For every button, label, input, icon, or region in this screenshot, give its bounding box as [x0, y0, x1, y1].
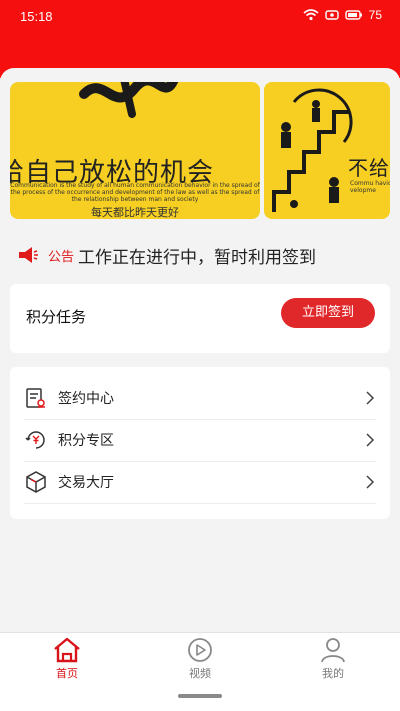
menu-item-contract-center[interactable]: 签约中心 [10, 377, 390, 419]
battery-level: 75 [368, 8, 382, 22]
chevron-right-icon [366, 475, 375, 489]
announcement-bar[interactable]: 公告 工作正在进行中，暂时利用签到 [16, 240, 388, 270]
contract-icon [26, 388, 45, 408]
banner-headline: 不给 [348, 156, 390, 180]
tab-label: 首页 [56, 667, 78, 680]
main-content: 给自己放松的机会 Communication is the study of a… [0, 68, 400, 632]
banner-english-text: Communication is the study of all human … [10, 182, 260, 203]
home-indicator[interactable] [178, 694, 222, 698]
announcement-tag: 公告 [48, 249, 75, 265]
tab-video[interactable]: 视频 [170, 637, 230, 681]
points-task-card: 积分任务 立即签到 [10, 284, 390, 353]
battery-saver-icon [324, 10, 339, 20]
menu-item-label: 积分专区 [58, 433, 114, 449]
menu-item-label: 交易大厅 [58, 475, 114, 491]
announcement-text: 工作正在进行中，暂时利用签到 [78, 247, 317, 268]
menu-item-points-zone[interactable]: 积分专区 [10, 419, 390, 461]
points-icon [25, 431, 45, 449]
user-icon [321, 638, 345, 663]
megaphone-icon [19, 247, 38, 263]
tab-label: 视频 [189, 667, 211, 680]
checkin-button[interactable]: 立即签到 [281, 298, 375, 328]
status-time: 15:18 [20, 9, 53, 24]
menu-item-trading-hall[interactable]: 交易大厅 [10, 461, 390, 503]
points-task-title: 积分任务 [26, 308, 87, 326]
banner-slide[interactable]: 不给 Commu havior and velopme [264, 82, 390, 219]
banner-carousel[interactable]: 给自己放松的机会 Communication is the study of a… [10, 82, 390, 219]
play-icon [188, 638, 212, 662]
tab-mine[interactable]: 我的 [303, 637, 363, 681]
staircase-illustration-image [272, 88, 353, 212]
battery-icon [344, 10, 362, 20]
wifi-icon [303, 9, 319, 21]
menu-item-label: 签约中心 [58, 391, 114, 407]
status-icons: 75 [303, 8, 382, 22]
chevron-right-icon [366, 391, 375, 405]
bottom-tab-bar: 首页 视频 我的 [0, 632, 400, 711]
chevron-right-icon [366, 433, 375, 447]
brush-calligraphy-image [79, 82, 179, 118]
tab-label: 我的 [322, 667, 344, 680]
home-icon [54, 637, 80, 663]
tab-home[interactable]: 首页 [37, 637, 97, 681]
menu-list: 签约中心 积分专区 交易大厅 [10, 367, 390, 519]
banner-subline: 每天都比昨天更好 [91, 206, 179, 219]
status-bar: 15:18 75 [0, 0, 400, 34]
banner-english-text: Commu havior and velopme [350, 180, 390, 194]
menu-divider [24, 503, 376, 504]
trade-box-icon [26, 471, 46, 493]
banner-slide[interactable]: 给自己放松的机会 Communication is the study of a… [10, 82, 260, 219]
